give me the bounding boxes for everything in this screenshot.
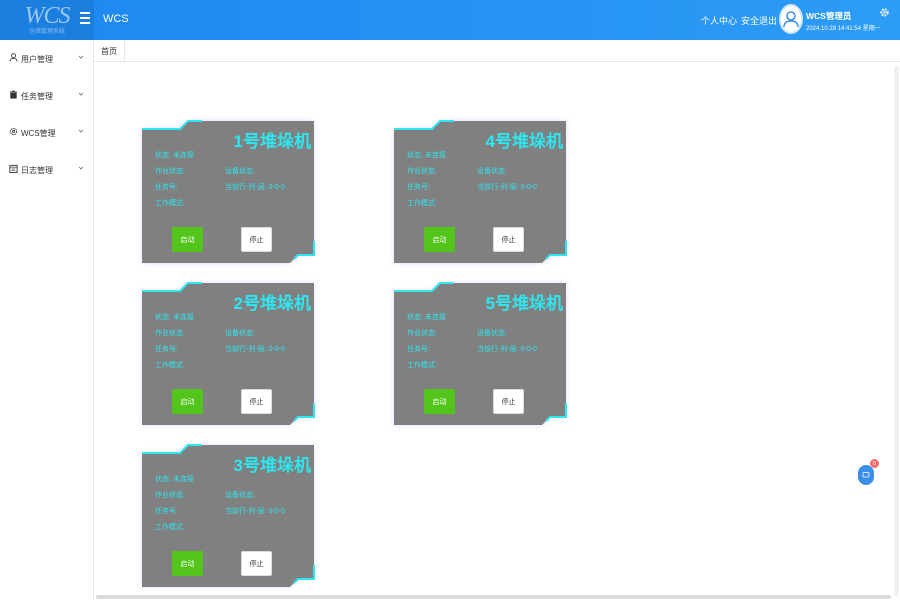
position-label: 当前行-列-层: 0-0-0 <box>225 184 285 191</box>
work-mode-label: 工作模式: <box>407 200 437 207</box>
position-label: 当前行-列-层: 0-0-0 <box>225 508 285 515</box>
stacker-card: 2号堆垛机 状态: 未连接 作业状态: 设备状态: 任务号: 当前行-列-层: … <box>142 282 315 425</box>
personal-center-link[interactable]: 个人中心 <box>701 14 737 27</box>
start-button[interactable]: 启动 <box>172 227 203 252</box>
status-label: 状态: 未连接 <box>155 152 194 159</box>
status-label: 状态: 未连接 <box>407 314 446 321</box>
stop-button[interactable]: 停止 <box>493 227 524 252</box>
task-number-label: 任务号: <box>155 184 178 191</box>
stacker-card: 4号堆垛机 状态: 未连接 作业状态: 设备状态: 任务号: 当前行-列-层: … <box>394 120 567 263</box>
work-status-label: 作业状态: <box>155 492 185 499</box>
stop-button[interactable]: 停止 <box>241 551 272 576</box>
work-mode-label: 工作模式: <box>407 362 437 369</box>
clipboard-icon <box>10 90 17 99</box>
position-label: 当前行-列-层: 0-0-0 <box>477 346 537 353</box>
task-number-label: 任务号: <box>407 184 430 191</box>
vertical-scrollbar[interactable] <box>894 66 899 596</box>
start-button[interactable]: 启动 <box>424 227 455 252</box>
app-title: WCS <box>103 13 129 25</box>
sidebar-item-label: 日志管理 <box>21 166 53 175</box>
status-value: 未连接 <box>172 314 194 321</box>
position-value: 0-0-0 <box>520 184 537 191</box>
chevron-down-icon <box>78 129 84 133</box>
stop-button[interactable]: 停止 <box>241 389 272 414</box>
user-name: WCS管理员 <box>806 11 852 21</box>
card-title: 5号堆垛机 <box>485 294 563 313</box>
menu-toggle-icon[interactable] <box>80 12 90 24</box>
work-status-label: 作业状态: <box>155 168 185 175</box>
message-icon <box>862 472 870 478</box>
start-button[interactable]: 启动 <box>172 389 203 414</box>
chevron-down-icon <box>78 92 84 96</box>
sidebar-item-task-management[interactable]: 任务管理 <box>0 85 94 105</box>
top-header: WCS 仓储管理系统 WCS 个人中心 安全退出 WCS管理员 2024.10.… <box>0 0 900 40</box>
device-status-label: 设备状态: <box>477 168 507 175</box>
position-label: 当前行-列-层: 0-0-0 <box>477 184 537 191</box>
notification-count-badge: 0 <box>870 459 879 468</box>
work-mode-label: 工作模式: <box>155 362 185 369</box>
logo-subtext: 仓储管理系统 <box>28 29 65 35</box>
device-status-label: 设备状态: <box>225 492 255 499</box>
sidebar: 用户管理 任务管理 WCS管理 日志管理 <box>0 40 94 600</box>
card-title: 1号堆垛机 <box>233 132 311 151</box>
card-title: 4号堆垛机 <box>485 132 563 151</box>
sidebar-item-user-management[interactable]: 用户管理 <box>0 48 94 68</box>
work-status-label: 作业状态: <box>407 168 437 175</box>
task-number-label: 任务号: <box>155 508 178 515</box>
settings-icon <box>9 127 18 136</box>
logout-link[interactable]: 安全退出 <box>741 14 777 27</box>
stop-button[interactable]: 停止 <box>493 389 524 414</box>
datetime-display: 2024.10.28 14:41:54 星期一 <box>806 26 881 32</box>
task-number-label: 任务号: <box>407 346 430 353</box>
user-icon <box>9 53 18 62</box>
sidebar-item-label: 用户管理 <box>21 55 53 64</box>
logo-text: WCS <box>24 3 71 29</box>
device-status-label: 设备状态: <box>225 168 255 175</box>
stacker-card: 1号堆垛机 状态: 未连接 作业状态: 设备状态: 任务号: 当前行-列-层: … <box>142 120 315 263</box>
position-value: 0-0-0 <box>268 346 285 353</box>
start-button[interactable]: 启动 <box>172 551 203 576</box>
device-status-label: 设备状态: <box>477 330 507 337</box>
position-value: 0-0-0 <box>268 184 285 191</box>
floating-message-button[interactable] <box>858 465 874 485</box>
position-label: 当前行-列-层: 0-0-0 <box>225 346 285 353</box>
tab-home[interactable]: 首页 <box>94 40 125 62</box>
work-status-label: 作业状态: <box>407 330 437 337</box>
calendar-icon <box>9 164 18 173</box>
sidebar-item-label: 任务管理 <box>21 92 53 101</box>
sidebar-item-log-management[interactable]: 日志管理 <box>0 159 94 179</box>
stacker-card: 5号堆垛机 状态: 未连接 作业状态: 设备状态: 任务号: 当前行-列-层: … <box>394 282 567 425</box>
avatar[interactable] <box>779 4 803 36</box>
horizontal-scrollbar[interactable] <box>96 595 891 599</box>
chevron-down-icon <box>78 55 84 59</box>
card-title: 3号堆垛机 <box>233 456 311 475</box>
position-value: 0-0-0 <box>268 508 285 515</box>
chevron-down-icon <box>78 166 84 170</box>
sidebar-item-label: WCS管理 <box>21 129 56 138</box>
tab-bar: 首页 <box>94 40 900 62</box>
work-status-label: 作业状态: <box>155 330 185 337</box>
gear-icon[interactable] <box>879 7 890 18</box>
status-label: 状态: 未连接 <box>155 476 194 483</box>
start-button[interactable]: 启动 <box>424 389 455 414</box>
status-label: 状态: 未连接 <box>407 152 446 159</box>
work-mode-label: 工作模式: <box>155 200 185 207</box>
status-value: 未连接 <box>172 476 194 483</box>
sidebar-item-wcs-management[interactable]: WCS管理 <box>0 122 94 142</box>
task-number-label: 任务号: <box>155 346 178 353</box>
stop-button[interactable]: 停止 <box>241 227 272 252</box>
user-avatar-icon <box>783 11 799 28</box>
work-mode-label: 工作模式: <box>155 524 185 531</box>
status-value: 未连接 <box>424 314 446 321</box>
status-value: 未连接 <box>172 152 194 159</box>
status-value: 未连接 <box>424 152 446 159</box>
stacker-card: 3号堆垛机 状态: 未连接 作业状态: 设备状态: 任务号: 当前行-列-层: … <box>142 444 315 587</box>
position-value: 0-0-0 <box>520 346 537 353</box>
device-status-label: 设备状态: <box>225 330 255 337</box>
card-title: 2号堆垛机 <box>233 294 311 313</box>
status-label: 状态: 未连接 <box>155 314 194 321</box>
